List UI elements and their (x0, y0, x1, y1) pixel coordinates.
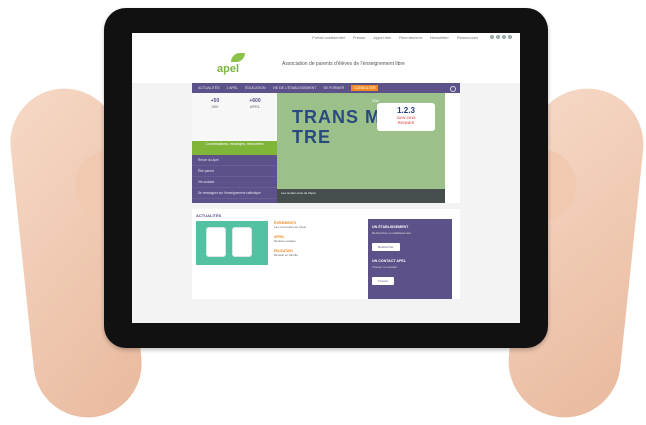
news-item-2-text: Rentrée scolaire (274, 239, 296, 243)
actualites-title: ACTUALITÉS (196, 213, 222, 218)
instagram-icon[interactable] (508, 35, 512, 39)
left-menu-item-1[interactable]: Revue du Apel (192, 155, 277, 166)
nav-highlight[interactable]: CONSULTER (351, 85, 379, 91)
youtube-icon[interactable] (502, 35, 506, 39)
green-cta[interactable]: Conversations, échanges, rencontres (192, 141, 277, 155)
top-bar: Portail confidentiel Presse Appel des Re… (132, 33, 520, 43)
news-item-1-text: Les rencontres de l'Apel (274, 225, 307, 229)
phone-icon (206, 227, 226, 257)
toplink-3[interactable]: Appel des (373, 35, 391, 40)
sidebar-block-1: UN ÉTABLISSEMENT Rechercher un établisse… (372, 225, 448, 253)
nav-item-5[interactable]: SE FORMER (323, 86, 344, 90)
search-establishment-button[interactable]: Rechercher (372, 243, 400, 251)
search-icon[interactable] (450, 86, 456, 92)
news-image[interactable] (196, 221, 268, 265)
left-menu-item-3[interactable]: Vie scolaire (192, 177, 277, 188)
news-item-3-text: Réussir en famille (274, 253, 298, 257)
hero-footer-text: Les rendez-vous de l'Apel (281, 191, 316, 195)
nav-item-3[interactable]: ÉDUCATION (245, 86, 265, 90)
left-menu-item-4[interactable]: Se renseigner sur l'enseignement catholi… (192, 188, 277, 199)
tablet-screen: Portail confidentiel Presse Appel des Re… (132, 33, 520, 323)
news-item-1[interactable]: ÉVÉNEMENTS Les rencontres de l'Apel (274, 221, 362, 229)
top-links: Portail confidentiel Presse Appel des Re… (312, 35, 512, 40)
find-contact-button[interactable]: Trouver (372, 277, 395, 285)
toplink-2[interactable]: Presse (353, 35, 365, 40)
site-header: apel Association de parents d'élèves de … (132, 43, 520, 83)
bottom-section: ACTUALITÉS ÉVÉNEMENTS Les rencontres de … (192, 209, 460, 299)
sidebar-body-1: Rechercher un établissement (372, 231, 412, 235)
main-navigation: ACTUALITÉS L'APEL ÉDUCATION VIE DE L'ÉTA… (192, 83, 460, 93)
left-menu: Revue du Apel Être parent Vie scolaire S… (192, 155, 277, 203)
nav-item-1[interactable]: ACTUALITÉS (198, 86, 220, 90)
stat-1-label: 000 (211, 104, 219, 109)
sidebar-title-2: UN CONTACT APEL (372, 259, 406, 263)
phone-icon (232, 227, 252, 257)
twitter-icon[interactable] (496, 35, 500, 39)
tagline: Association de parents d'élèves de l'ens… (282, 61, 405, 67)
hero-footer: Les rendez-vous de l'Apel (277, 189, 445, 203)
facebook-icon[interactable] (490, 35, 494, 39)
hero-banner[interactable]: 20e TRANS MET TRE 1.2.3 JUIN 2018 RENNES… (277, 93, 445, 203)
news-list: ÉVÉNEMENTS Les rencontres de l'Apel APPE… (274, 221, 362, 299)
hero-city: RENNES (397, 120, 415, 125)
toplink-5[interactable]: Newsletter (430, 35, 449, 40)
stat-2-label: APEL (249, 104, 261, 109)
stat-2: +600 APEL (236, 98, 274, 109)
social-icons (490, 35, 512, 40)
toplink-1[interactable]: Portail confidentiel (312, 35, 345, 40)
main-content: +50 000 +600 APEL Conversations, échange… (192, 93, 460, 203)
stats-panel: +50 000 +600 APEL (192, 93, 277, 141)
hero-date: 1.2.3 JUIN 2018 RENNES (377, 103, 435, 131)
sidebar-body-2: Trouver un contact (372, 265, 397, 269)
news-item-2[interactable]: APPEL Rentrée scolaire (274, 235, 362, 243)
toplink-6[interactable]: Ressources (457, 35, 478, 40)
search-sidebar: UN ÉTABLISSEMENT Rechercher un établisse… (368, 219, 452, 299)
news-item-3[interactable]: ÉDUCATION Réussir en famille (274, 249, 362, 257)
left-menu-item-2[interactable]: Être parent (192, 166, 277, 177)
hero-date-value: 1.2.3 (397, 106, 415, 115)
stat-1: +50 000 (196, 98, 234, 109)
leaf-icon (231, 53, 245, 62)
toplink-4[interactable]: Recrutement (399, 35, 422, 40)
sidebar-title-1: UN ÉTABLISSEMENT (372, 225, 409, 229)
hero-edition: 20e (372, 98, 379, 103)
nav-item-4[interactable]: VIE DE L'ÉTABLISSEMENT (273, 86, 317, 90)
logo-text: apel (217, 63, 240, 75)
sidebar-block-2: UN CONTACT APEL Trouver un contact Trouv… (372, 259, 448, 287)
apel-logo[interactable]: apel (217, 51, 257, 79)
nav-item-2[interactable]: L'APEL (227, 86, 239, 90)
